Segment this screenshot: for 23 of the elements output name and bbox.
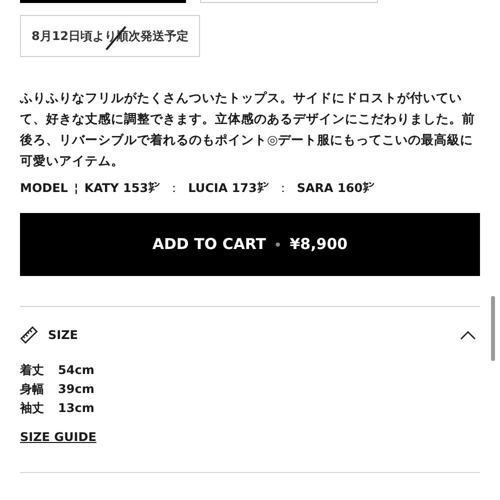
button-edge[interactable] [200, 0, 378, 3]
size-label: 袖丈 [20, 400, 45, 417]
model-height: KATY 153㌢ [84, 180, 160, 197]
section-title: SIZE [48, 327, 78, 344]
model-height: LUCIA 173㌢ [188, 180, 269, 197]
size-value: 13cm [58, 400, 94, 417]
ruler-icon [20, 326, 38, 344]
size-guide-link[interactable]: SIZE GUIDE [20, 428, 96, 446]
size-accordion-header[interactable]: SIZE [20, 323, 480, 347]
product-description: ふりふりなフリルがたくさんついたトップス。サイドにドロストが付いていて、好きな丈感に調整できます。立体感のあるデザインにこだわりました。前後ろ、リバーシブルで着れるのもポイント◎デート服にもってこいの最高級に可愛いアイテム。 [20, 89, 476, 170]
size-value: 39cm [58, 381, 94, 398]
size-label: 身幅 [20, 381, 45, 398]
size-value: 54cm [58, 362, 94, 379]
separator: ： [276, 180, 289, 197]
add-to-cart-button[interactable]: ADD TO CART • ¥8,900 [20, 213, 480, 276]
separator: ： [168, 180, 180, 197]
size-label: 着丈 [20, 362, 45, 379]
scrollbar-thumb[interactable] [491, 296, 495, 361]
separator: ¦ [74, 180, 78, 197]
model-label: MODEL [20, 180, 68, 197]
chevron-up-icon[interactable] [460, 330, 476, 340]
model-height: SARA 160㌢ [296, 180, 375, 197]
button-edge[interactable] [20, 0, 186, 3]
